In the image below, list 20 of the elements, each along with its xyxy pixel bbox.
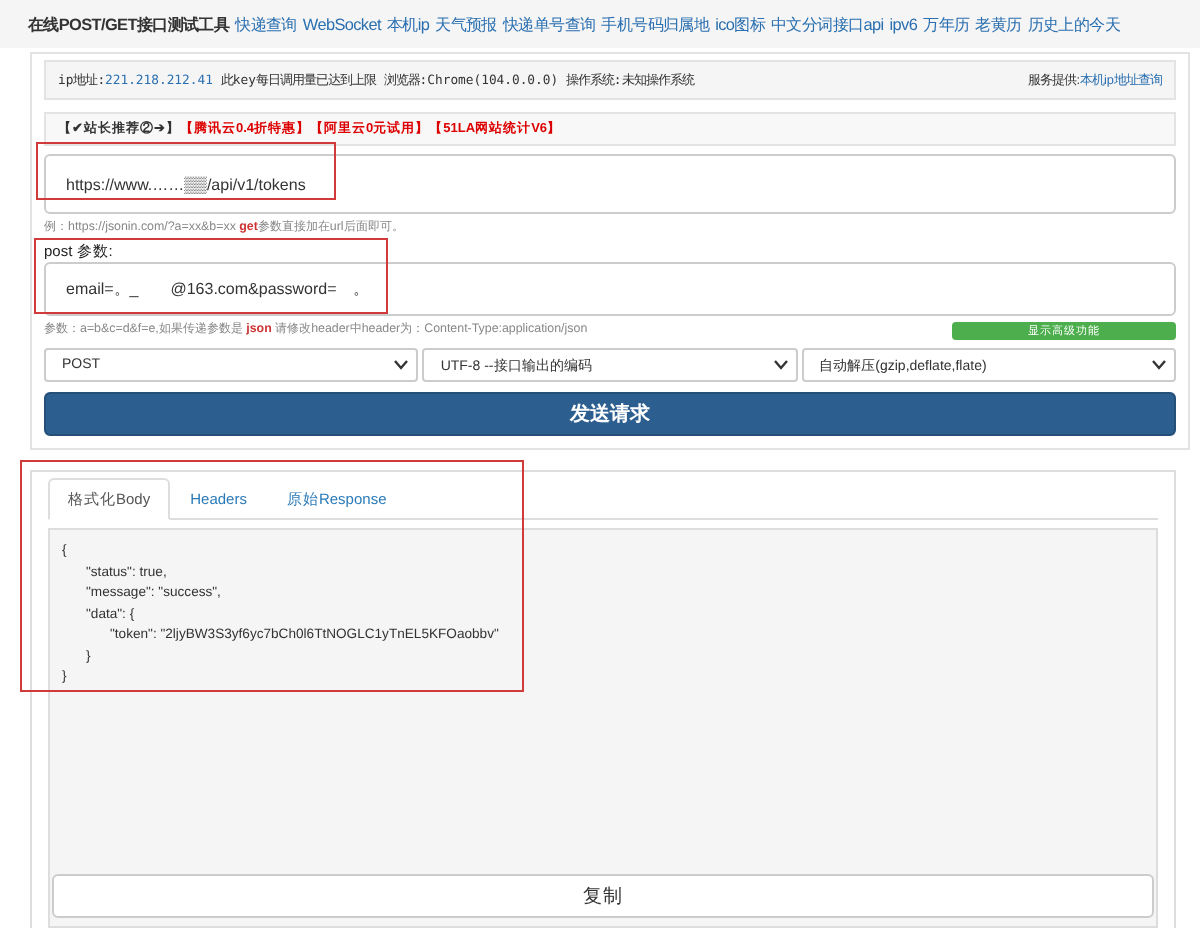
url-field[interactable]: https://www.……▒▒/api/v1/tokens xyxy=(44,154,1176,214)
nav-link[interactable]: ipv6 xyxy=(889,15,918,33)
nav-link[interactable]: 本机ip xyxy=(386,13,430,35)
tool-title: 在线POST/GET接口测试工具 xyxy=(28,13,230,35)
nav-link[interactable]: 快递查询 xyxy=(235,13,297,35)
nav-link[interactable]: 快递单号查询 xyxy=(502,13,596,35)
nav-link[interactable]: WebSocket xyxy=(302,15,381,33)
copy-button[interactable]: 复制 xyxy=(52,874,1154,918)
chevron-icon xyxy=(394,360,409,370)
chevron-icon xyxy=(773,360,788,370)
nav-link[interactable]: 中文分词接口api xyxy=(771,13,884,35)
chevron-icon xyxy=(1151,360,1166,370)
nav-link[interactable]: ico图标 xyxy=(715,13,766,35)
nav-link[interactable]: 万年历 xyxy=(923,13,970,35)
nav-link[interactable]: 手机号码归属地 xyxy=(601,13,710,35)
nav-link[interactable]: 天气预报 xyxy=(435,13,497,35)
post-params-field[interactable]: email=。_ @163.com&password= 。 xyxy=(44,262,1176,316)
nav-link[interactable]: 老黄历 xyxy=(975,13,1022,35)
nav-link[interactable]: 历史上的今天 xyxy=(1027,13,1121,35)
send-button[interactable]: 发送请求 xyxy=(44,392,1176,436)
